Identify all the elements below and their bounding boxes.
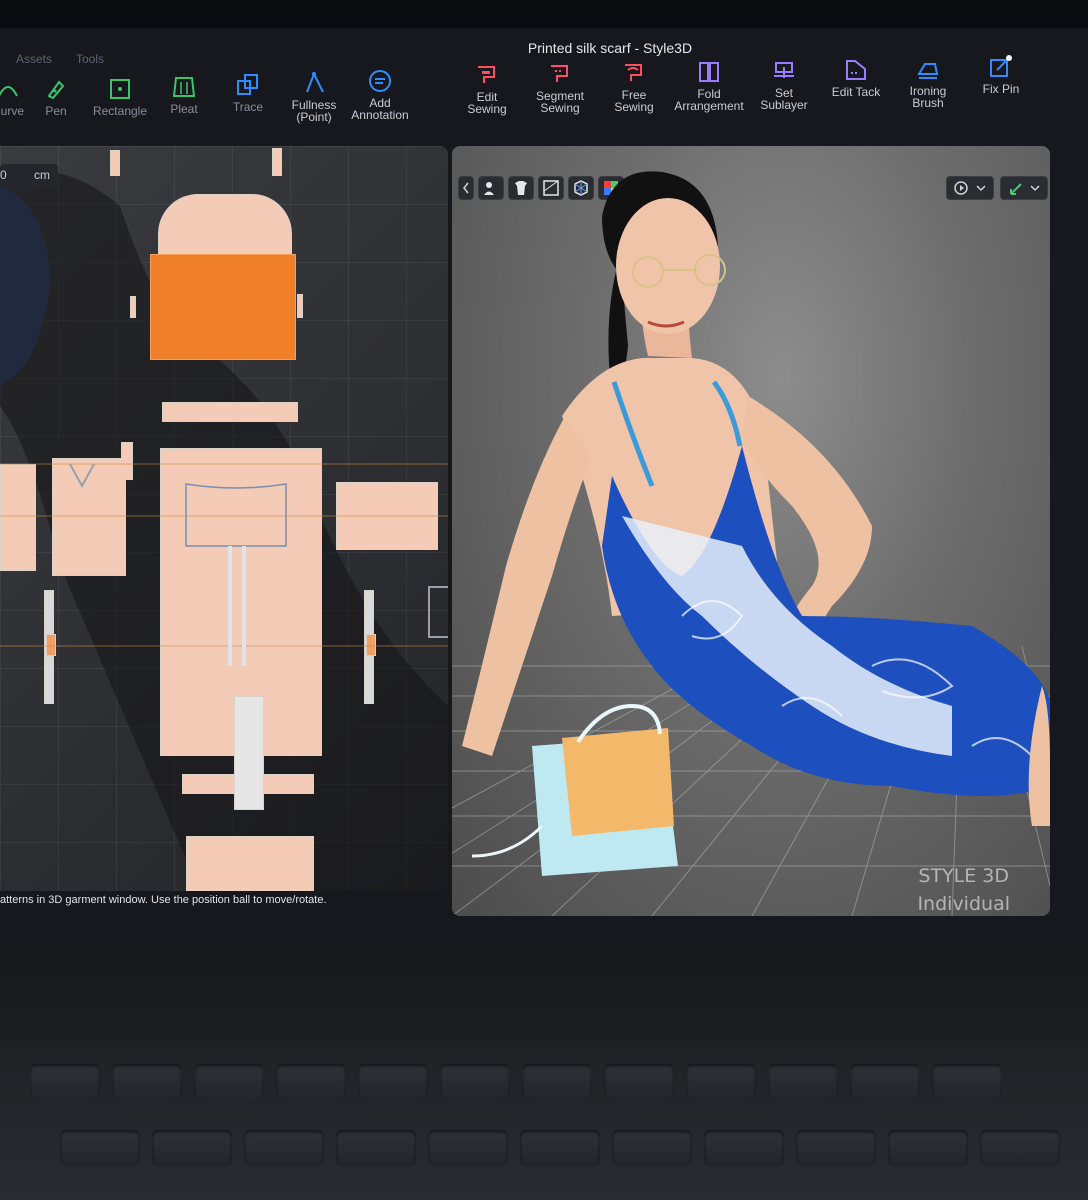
window-title: Printed silk scarf - Style3D: [527, 40, 693, 56]
pen-icon: [47, 80, 65, 100]
status-text: atterns in 3D garment window. Use the po…: [0, 894, 327, 906]
pleat-icon: [172, 77, 196, 97]
ironing-brush-icon: [917, 63, 939, 79]
rectangle-icon: [110, 79, 130, 99]
key: [796, 1130, 876, 1166]
tool-set-sublayer[interactable]: Set Sublayer: [746, 58, 822, 111]
key: [30, 1064, 100, 1100]
key: [244, 1130, 324, 1166]
key: [704, 1130, 784, 1166]
garment-window-3d[interactable]: STYLE 3D Individual: [452, 146, 1050, 916]
key: [888, 1130, 968, 1166]
tool-edit-sewing[interactable]: Edit Sewing: [449, 62, 525, 115]
add-annotation-icon: [369, 70, 391, 92]
laptop-keyboard: [0, 1040, 1088, 1200]
key: [932, 1064, 1002, 1100]
free-sewing-icon: [625, 64, 642, 81]
key: [358, 1064, 428, 1100]
pattern-window-2d[interactable]: 0 cm: [0, 146, 448, 891]
tool-fold-arrangement[interactable]: Fold Arrangement: [671, 59, 747, 112]
key: [768, 1064, 838, 1100]
app-window: Assets Tools Printed silk scarf - Style3…: [0, 28, 1088, 943]
tool-edit-tack[interactable]: Edit Tack: [818, 57, 894, 98]
key: [522, 1064, 592, 1100]
toolbar: Curve Pen Rectangle Pleat Trace Fullness…: [0, 55, 1088, 138]
key: [440, 1064, 510, 1100]
key: [60, 1130, 140, 1166]
avatar-3d: [462, 171, 1050, 876]
tool-add-annotation[interactable]: Add Annotation: [342, 68, 418, 121]
key: [276, 1064, 346, 1100]
key: [336, 1130, 416, 1166]
key: [980, 1130, 1060, 1166]
pattern-guides: [0, 463, 448, 666]
key: [850, 1064, 920, 1100]
key: [428, 1130, 508, 1166]
tool-fullness-point[interactable]: Fullness (Point): [276, 70, 352, 123]
segment-sewing-icon: [551, 65, 568, 82]
tool-free-sewing[interactable]: Free Sewing: [596, 60, 672, 113]
status-bar: atterns in 3D garment window. Use the po…: [0, 888, 1088, 914]
tool-segment-sewing[interactable]: Segment Sewing: [522, 61, 598, 114]
key: [604, 1064, 674, 1100]
key: [112, 1064, 182, 1100]
tool-trace[interactable]: Trace: [210, 72, 286, 113]
menu-tools[interactable]: Tools: [76, 52, 104, 66]
edit-tack-icon: [846, 60, 866, 80]
fullness-point-icon: [306, 71, 324, 93]
menu-assets[interactable]: Assets: [16, 52, 52, 66]
key: [612, 1130, 692, 1166]
key: [152, 1130, 232, 1166]
key: [194, 1064, 264, 1100]
key: [686, 1064, 756, 1100]
edit-sewing-icon: [478, 66, 495, 83]
fold-arrangement-icon: [699, 62, 719, 82]
key: [520, 1130, 600, 1166]
fix-pin-icon: [990, 55, 1012, 77]
trace-icon: [237, 74, 258, 95]
set-sublayer-icon: [774, 62, 794, 78]
tool-ironing-brush[interactable]: Ironing Brush: [890, 56, 966, 109]
tool-fix-pin[interactable]: Fix Pin: [963, 54, 1039, 95]
